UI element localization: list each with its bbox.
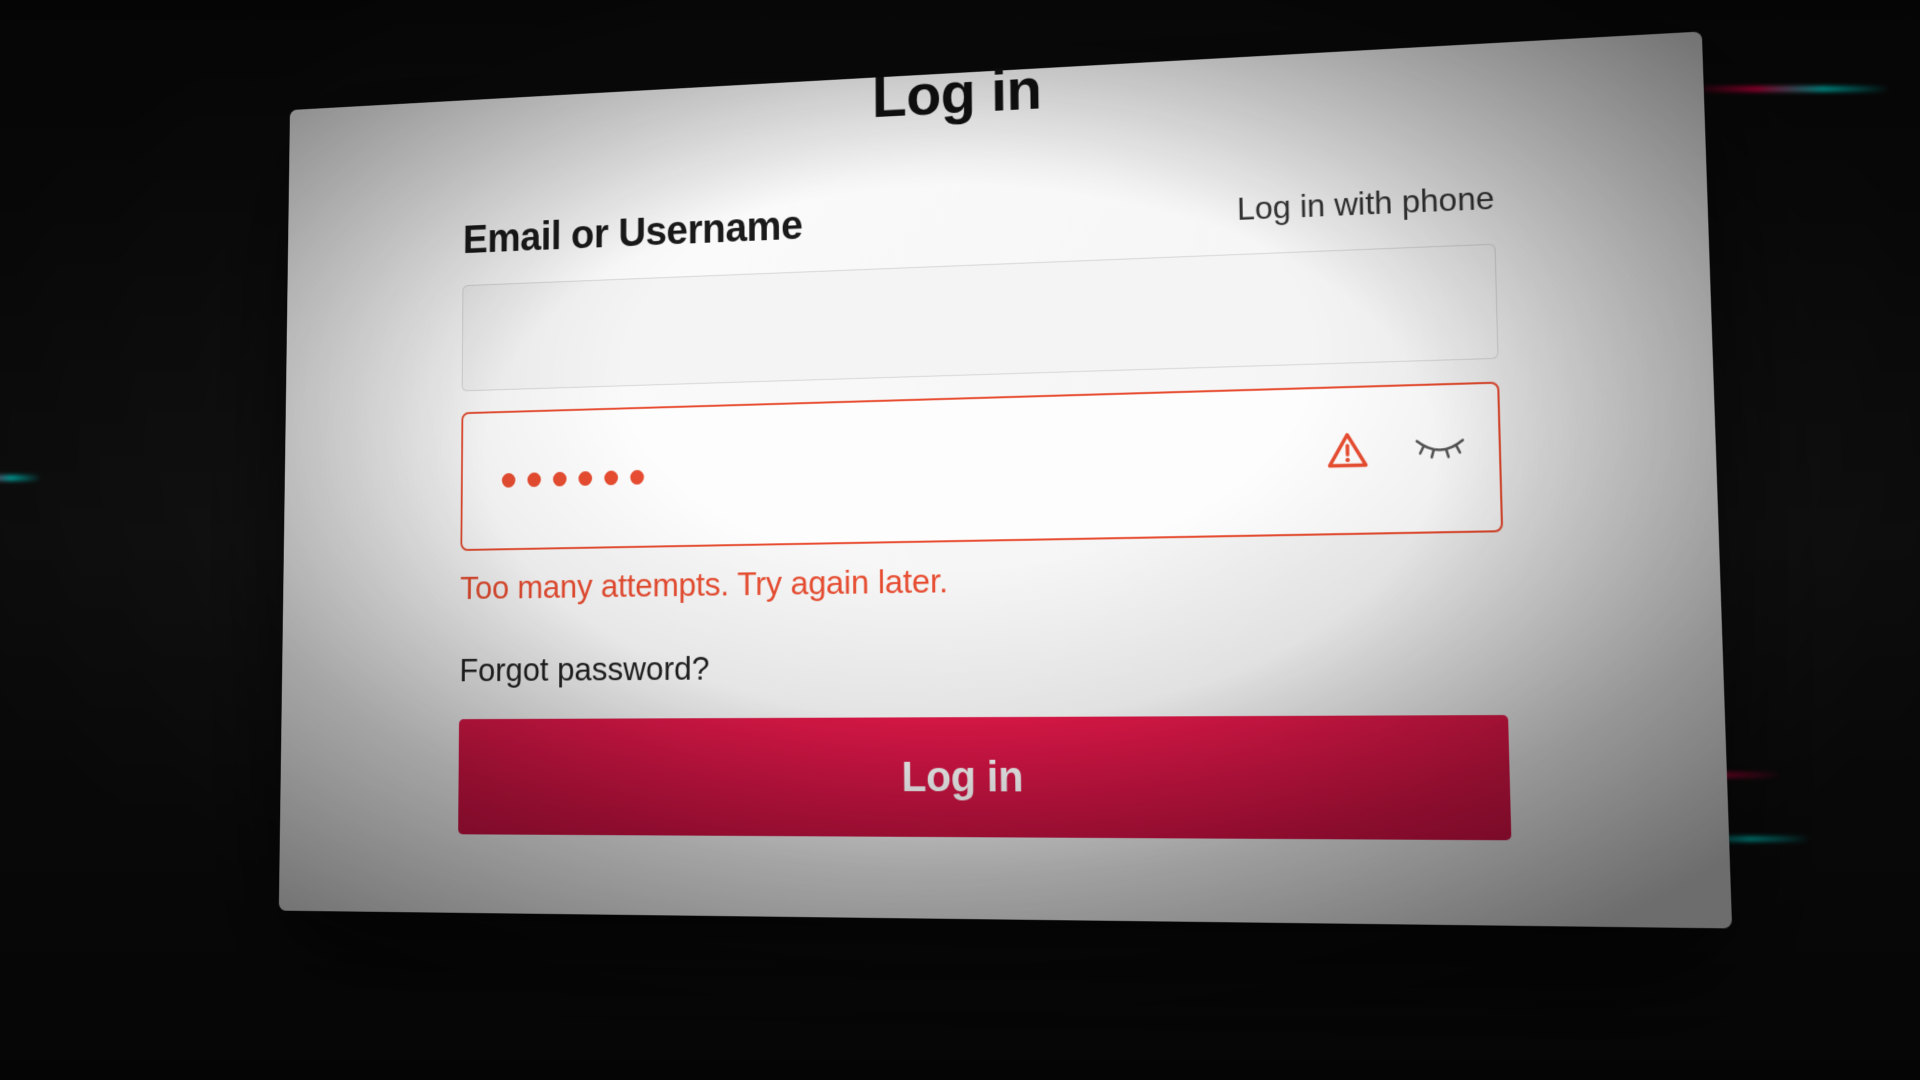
eye-closed-icon[interactable] (1412, 433, 1467, 468)
login-with-phone-link[interactable]: Log in with phone (1237, 179, 1495, 228)
page-title: Log in (464, 29, 1492, 152)
email-field[interactable] (462, 244, 1499, 392)
field-header: Email or Username Log in with phone (463, 170, 1495, 262)
error-message: Too many attempts. Try again later. (460, 553, 1505, 608)
warning-icon (1325, 428, 1369, 477)
forgot-password-link[interactable]: Forgot password? (459, 650, 709, 690)
login-button[interactable]: Log in (458, 715, 1511, 840)
password-wrapper (460, 382, 1503, 551)
email-label: Email or Username (463, 202, 803, 263)
login-card: Log in Email or Username Log in with pho… (279, 31, 1732, 928)
